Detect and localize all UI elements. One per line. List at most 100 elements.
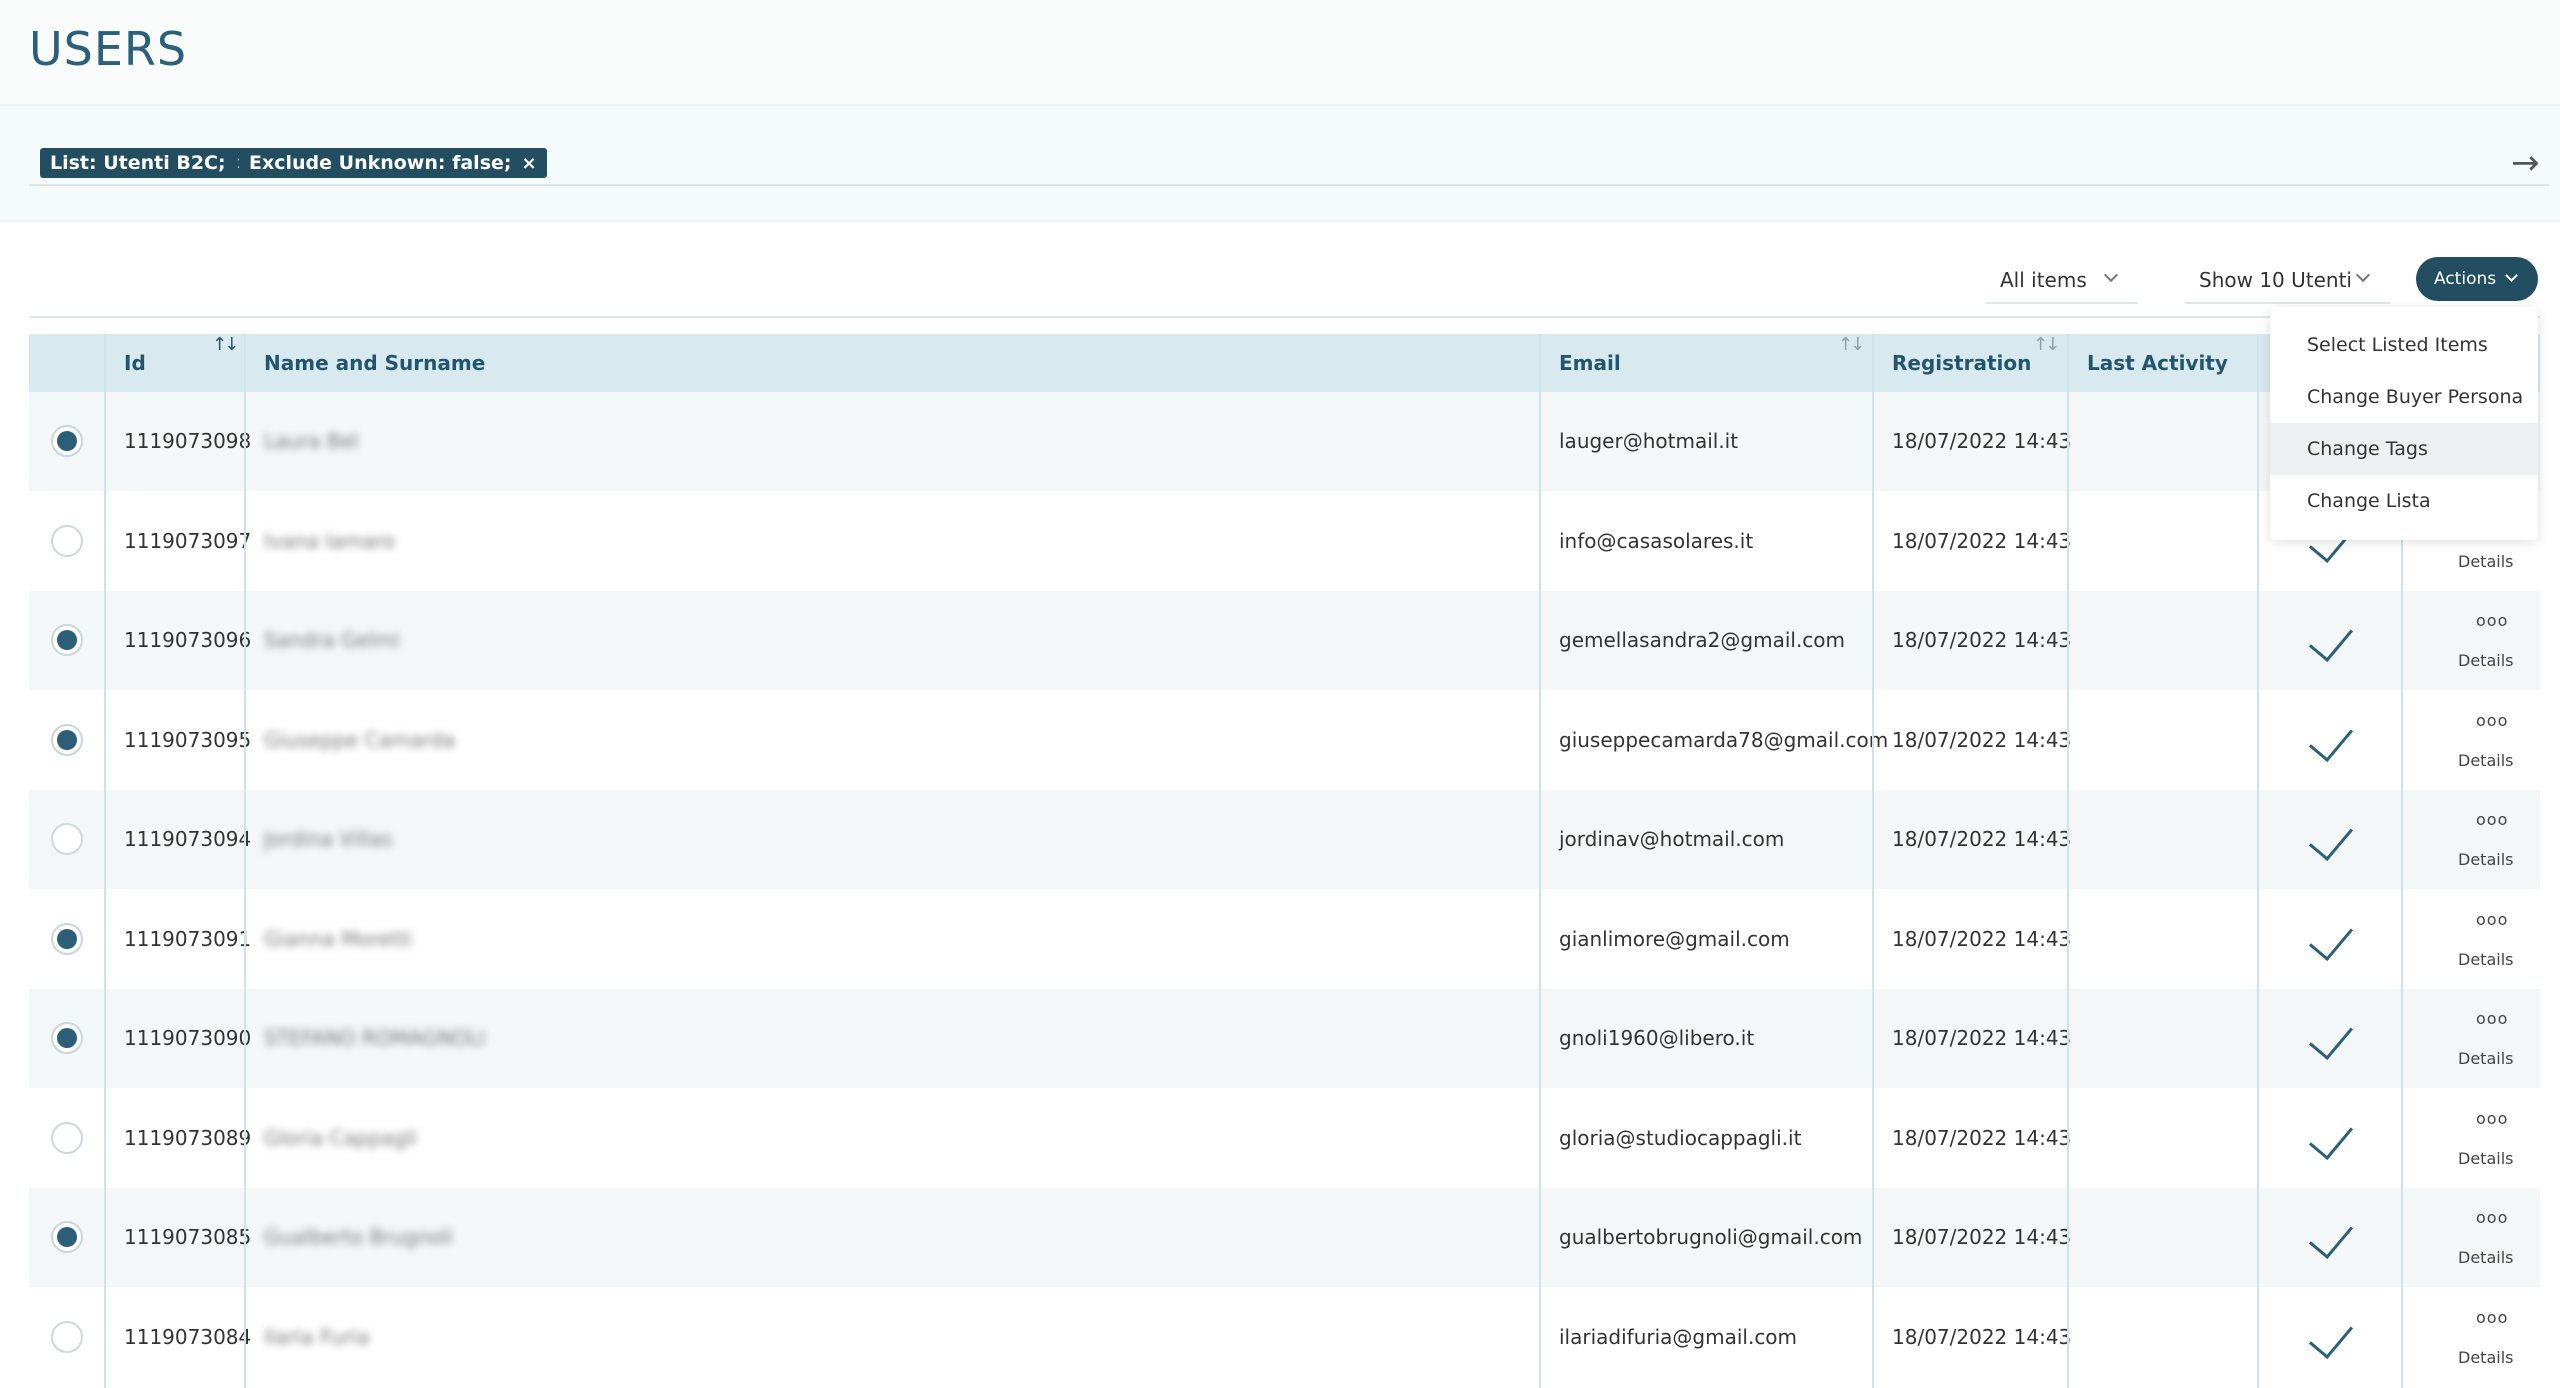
table-header: Id ↑↓ Name and Surname Email ↑↓ Registra… xyxy=(29,334,2540,392)
menu-item-change-lista[interactable]: Change Lista xyxy=(2270,475,2538,527)
more-options-icon[interactable]: ooo xyxy=(2476,812,2508,828)
cell-registration: 18/07/2022 14:43 xyxy=(1892,1125,2072,1150)
row-select-radio[interactable] xyxy=(51,1221,83,1253)
checkmark-icon xyxy=(2308,1113,2354,1160)
cell-id: 1119073096 xyxy=(124,628,252,652)
row-select-radio[interactable] xyxy=(51,922,83,955)
row-select-radio[interactable] xyxy=(51,1320,83,1353)
details-link[interactable]: Details xyxy=(2458,852,2513,868)
sort-icon[interactable]: ↑↓ xyxy=(212,334,239,355)
cell-name: Sandra Gelmi xyxy=(264,628,400,652)
filter-chip-label: List: Utenti B2C; xyxy=(50,152,226,174)
details-link[interactable]: Details xyxy=(2458,1150,2513,1167)
details-link[interactable]: Details xyxy=(2458,653,2513,669)
cell-id: 1119073084 xyxy=(124,1324,252,1349)
cell-email: gloria@studiocappagli.it xyxy=(1559,1125,1802,1150)
items-filter-select[interactable]: All items xyxy=(1986,258,2138,304)
cell-email-container: jordinav@hotmail.com xyxy=(1540,790,1784,889)
cell-email: info@casasolares.it xyxy=(1559,528,1754,553)
row-select-radio[interactable] xyxy=(51,1022,83,1054)
cell-name: Gianna Moretti xyxy=(264,926,413,951)
cell-id: 1119073091 xyxy=(124,926,252,951)
details-link[interactable]: Details xyxy=(2458,752,2513,769)
table-row[interactable]: 1119073097 Ivana Iamaro info@casasolares.i… xyxy=(29,491,2540,591)
cell-registration: 18/07/2022 14:43 xyxy=(1892,1026,2072,1050)
more-options-icon[interactable]: ooo xyxy=(2476,712,2508,729)
sort-icon[interactable]: ↑↓ xyxy=(1838,334,1865,355)
menu-item-change-tags[interactable]: Change Tags xyxy=(2270,423,2538,475)
cell-name-container: Laura Bel xyxy=(245,392,359,491)
cell-email: gianlimore@gmail.com xyxy=(1559,926,1790,951)
row-select-radio[interactable] xyxy=(51,425,83,457)
chevron-down-icon xyxy=(2505,269,2518,282)
cell-registration-container: 18/07/2022 14:43 xyxy=(1873,989,2071,1088)
cell-name: Ilaria Furia xyxy=(264,1324,370,1349)
more-options-icon[interactable]: ooo xyxy=(2476,1309,2508,1326)
cell-name: Giuseppe Camarda xyxy=(264,727,456,752)
cell-email-container: info@casasolares.it xyxy=(1540,492,1753,591)
row-select-radio[interactable] xyxy=(51,723,83,756)
column-header-email[interactable]: Email xyxy=(1540,334,1870,392)
cell-name-container: Gualberto Brugnoli xyxy=(245,1188,453,1287)
sort-icon[interactable]: ↑↓ xyxy=(2033,334,2060,355)
table-row[interactable]: 1119073096 Sandra Gelmi gemellasandra2@gma… xyxy=(29,591,2540,690)
cell-name-container: Gianna Moretti xyxy=(245,890,412,989)
row-select-radio[interactable] xyxy=(51,1121,83,1154)
table-row[interactable]: 1119073095 Giuseppe Camarda giuseppecamard… xyxy=(29,690,2540,790)
cell-id: 1119073085 xyxy=(124,1225,252,1249)
details-link[interactable]: Details xyxy=(2458,951,2513,968)
more-options-icon[interactable]: ooo xyxy=(2476,911,2508,928)
cell-email: jordinav@hotmail.com xyxy=(1559,827,1785,851)
column-divider xyxy=(2067,334,2069,1388)
cell-registration-container: 18/07/2022 14:43 xyxy=(1873,790,2071,889)
cell-registration-container: 18/07/2022 14:43 xyxy=(1873,392,2071,491)
arrow-right-icon[interactable]: → xyxy=(2511,146,2540,180)
details-link[interactable]: Details xyxy=(2458,553,2513,570)
cell-registration: 18/07/2022 14:43 xyxy=(1892,727,2072,752)
column-divider xyxy=(2257,334,2259,1388)
cell-registration-container: 18/07/2022 14:43 xyxy=(1873,691,2071,790)
row-select-radio[interactable] xyxy=(51,624,83,656)
menu-item-select-listed-items[interactable]: Select Listed Items xyxy=(2270,319,2538,371)
cell-id: 1119073090 xyxy=(124,1026,252,1050)
details-link[interactable]: Details xyxy=(2458,1051,2513,1067)
details-link[interactable]: Details xyxy=(2458,1349,2513,1366)
page-size-value: Show 10 Utenti xyxy=(2199,268,2352,292)
cell-id-container: 1119073095 xyxy=(105,691,251,790)
checkmark-icon xyxy=(2308,615,2354,663)
table-row[interactable]: 1119073091 Gianna Moretti gianlimore@gmail… xyxy=(29,889,2540,989)
column-header-name: Name and Surname xyxy=(245,334,1545,392)
users-table: Id ↑↓ Name and Surname Email ↑↓ Registra… xyxy=(29,334,2540,1388)
cell-name: Jordina Villas xyxy=(264,827,393,851)
more-options-icon[interactable]: ooo xyxy=(2476,1210,2508,1226)
filter-input-line[interactable] xyxy=(29,184,2549,186)
row-select-radio[interactable] xyxy=(51,524,83,557)
row-select-radio[interactable] xyxy=(51,823,83,855)
cell-id-container: 1119073097 xyxy=(105,492,251,591)
cell-name-container: Ilaria Furia xyxy=(245,1288,369,1387)
actions-button[interactable]: Actions xyxy=(2416,257,2538,301)
cell-email: ilariadifuria@gmail.com xyxy=(1559,1324,1798,1349)
divider xyxy=(29,316,2540,318)
menu-item-change-buyer-persona[interactable]: Change Buyer Persona xyxy=(2270,371,2538,423)
column-header-label: Id xyxy=(124,351,146,375)
close-icon[interactable]: × xyxy=(522,149,537,179)
page-size-select[interactable]: Show 10 Utenti xyxy=(2185,258,2390,304)
details-link[interactable]: Details xyxy=(2458,1250,2513,1266)
table-row[interactable]: 1119073089 Gloria Cappagli gloria@studioca… xyxy=(29,1088,2540,1188)
table-row[interactable]: 1119073098 Laura Bel lauger@hotmail.it 18/0… xyxy=(29,392,2540,491)
table-row[interactable]: 1119073090 STEFANO ROMAGNOLI gnoli1960@lib… xyxy=(29,989,2540,1088)
more-options-icon[interactable]: ooo xyxy=(2476,1011,2508,1027)
cell-registration: 18/07/2022 14:43 xyxy=(1892,926,2072,951)
more-options-icon[interactable]: ooo xyxy=(2476,1110,2508,1127)
column-header-last-activity: Last Activity xyxy=(2068,334,2268,392)
cell-registration: 18/07/2022 14:43 xyxy=(1892,628,2072,652)
more-options-icon[interactable]: ooo xyxy=(2476,613,2508,629)
chevron-down-icon xyxy=(2355,267,2371,283)
cell-id-container: 1119073085 xyxy=(105,1188,251,1287)
table-row[interactable]: 1119073094 Jordina Villas jordinav@hotmail… xyxy=(29,790,2540,889)
table-row[interactable]: 1119073085 Gualberto Brugnoli gualbertobru… xyxy=(29,1188,2540,1287)
filter-bar: List: Utenti B2C;× Exclude Unknown: fals… xyxy=(0,106,2560,222)
table-row[interactable]: 1119073084 Ilaria Furia ilariadifuria@gmai… xyxy=(29,1287,2540,1387)
cell-email-container: gloria@studiocappagli.it xyxy=(1540,1089,1801,1188)
